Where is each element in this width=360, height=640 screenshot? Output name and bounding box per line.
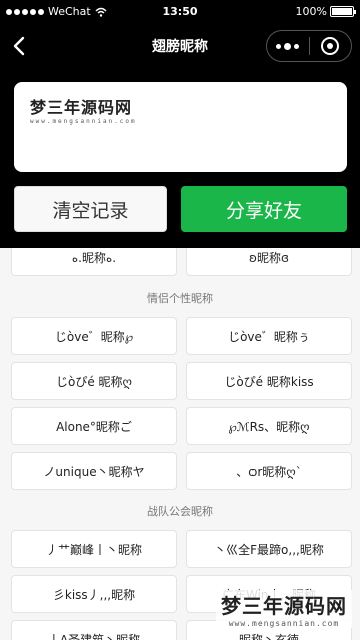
brand-logo-text: 梦三年源码网	[30, 98, 133, 117]
nickname-card[interactable]: ℘ℳRs、昵称ღ	[186, 407, 352, 445]
target-circle-icon	[321, 37, 340, 55]
more-button[interactable]	[267, 31, 309, 61]
watermark-logo: 梦三年源码网 www.mengsannian.com	[216, 590, 352, 628]
nickname-card[interactable]: じòぴé 昵称ღ	[11, 362, 177, 400]
nickname-card[interactable]: じòぴé 昵称kiss	[186, 362, 352, 400]
nickname-list: ه.昵称ه. ʚ昵称ɞ 情侣个性昵称 じòve゛昵称℘ じòve゛昵称ぅ じòぴ…	[0, 248, 360, 640]
nickname-input-box[interactable]: 梦三年源码网 www.mengsannian.com	[14, 82, 347, 172]
brand-logo: 梦三年源码网 www.mengsannian.com	[30, 94, 137, 125]
nickname-card[interactable]: 丶巛全F最蹄o,,,昵称	[186, 530, 352, 568]
battery-icon	[330, 6, 356, 17]
nickname-card[interactable]: Alone°昵称ご	[11, 407, 177, 445]
clear-history-button[interactable]: 清空记录	[14, 186, 167, 232]
nickname-card[interactable]: じòve゛昵称ぅ	[186, 317, 352, 355]
nickname-card[interactable]: 丨A圣建筑丶昵称	[11, 620, 177, 640]
more-dots-icon	[276, 42, 300, 50]
nickname-card[interactable]: 、ѻr昵称ღ`	[186, 452, 352, 490]
nickname-card[interactable]: じòve゛昵称℘	[11, 317, 177, 355]
header-panel: 梦三年源码网 www.mengsannian.com 清空记录 分享好友	[0, 68, 360, 248]
status-bar: WeChat 13:50 100%	[0, 0, 360, 24]
close-button[interactable]	[310, 31, 352, 61]
section-title-team: 战队公会昵称	[147, 505, 213, 518]
section-title-couple: 情侣个性昵称	[147, 292, 213, 305]
watermark-text: 梦三年源码网	[221, 594, 347, 618]
share-friends-button[interactable]: 分享好友	[181, 186, 347, 232]
watermark-url: www.mengsannian.com	[228, 619, 340, 628]
battery-label: 100%	[295, 5, 327, 18]
nickname-card[interactable]: 彡kiss丿,,,昵称	[11, 575, 177, 613]
nickname-card[interactable]: ʚ昵称ɞ	[186, 248, 352, 276]
nickname-card[interactable]: ه.昵称ه.	[11, 248, 177, 276]
battery-status: 100%	[295, 5, 356, 18]
mini-program-capsule	[266, 30, 352, 62]
nickname-card[interactable]: 丿艹巅峰丨丶昵称	[11, 530, 177, 568]
brand-logo-url: www.mengsannian.com	[30, 118, 137, 125]
nav-bar: 翅膀昵称	[0, 24, 360, 68]
nickname-card[interactable]: ノunique丶昵称ヤ	[11, 452, 177, 490]
